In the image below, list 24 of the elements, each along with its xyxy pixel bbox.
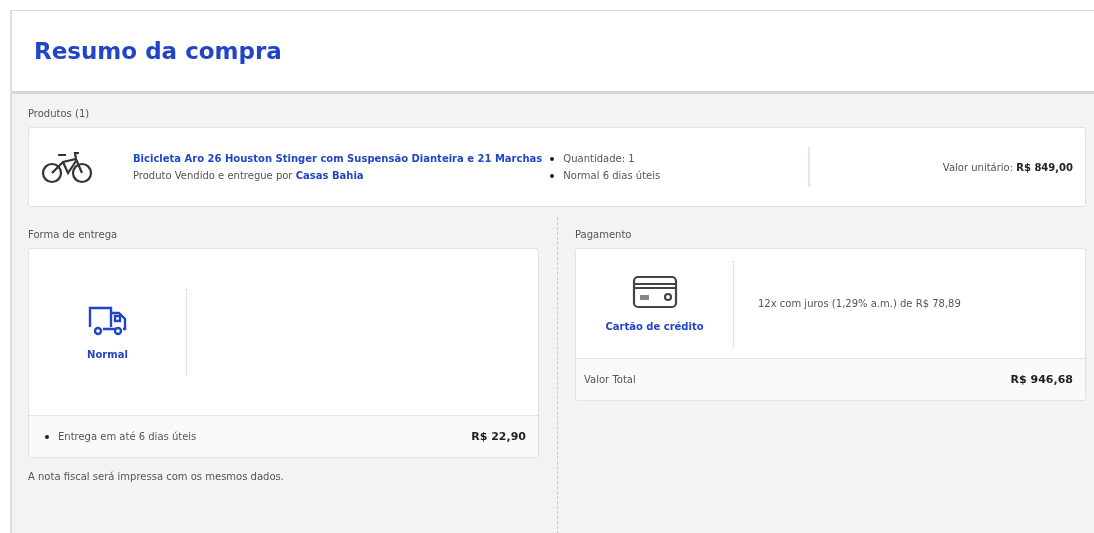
unit-price: Valor unitário: R$ 849,00 <box>942 161 1073 173</box>
section-label: Forma de entrega <box>28 229 119 240</box>
seller-link[interactable]: Casas Bahia <box>295 170 364 181</box>
product-detail: Quantidade: 1 <box>563 153 635 164</box>
credit-card-icon <box>631 275 678 309</box>
delivery-option: Normal <box>87 348 128 360</box>
product-detail: Normal 6 dias úteis <box>563 170 661 181</box>
bicycle-icon <box>41 150 93 184</box>
section-label: Pagamento <box>575 229 633 240</box>
delivery-price: R$ 22,90 <box>471 430 526 443</box>
bullet-icon <box>550 173 555 178</box>
truck-icon <box>86 304 129 337</box>
product-link[interactable]: Bicicleta Aro 26 Houston Stinger com Suspensão Dianteira e 21 Marchas <box>133 153 543 164</box>
installment-text: 12x com juros (1,29% a.m.) de R$ 78,89 <box>758 298 961 309</box>
invoice-note: A nota fiscal será impressa com os mesmos dados. <box>28 471 285 482</box>
section-label: Produtos (1) <box>28 108 91 119</box>
page-title: Resumo da compra <box>34 38 282 64</box>
payment-method: Cartão de crédito <box>605 321 704 332</box>
bullet-icon <box>550 156 555 161</box>
total-label: Valor Total <box>584 374 636 385</box>
bullet-icon <box>45 434 49 439</box>
total-price: R$ 946,68 <box>1010 373 1073 386</box>
seller-text: Produto Vendido e entregue por Casas Bahia <box>133 170 365 181</box>
delivery-summary: Entrega em até 6 dias úteis <box>58 431 197 442</box>
